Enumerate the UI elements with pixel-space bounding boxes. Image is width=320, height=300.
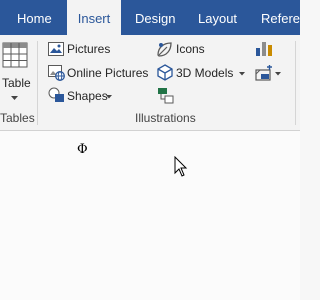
pictures-icon bbox=[48, 42, 64, 56]
chevron-down-icon bbox=[239, 72, 245, 76]
tab-references[interactable]: Referen bbox=[261, 0, 300, 35]
shapes-label: Shapes bbox=[67, 89, 108, 103]
table-icon bbox=[2, 42, 28, 68]
group-label-illustrations: Illustrations bbox=[135, 111, 196, 125]
3d-models-label: 3D Models bbox=[176, 66, 234, 80]
group-separator bbox=[37, 41, 38, 125]
group-separator bbox=[295, 41, 296, 125]
online-pictures-icon bbox=[48, 65, 65, 81]
ribbon-tab-bar: Home Insert Design Layout Referen bbox=[0, 0, 300, 35]
smartart-icon bbox=[158, 88, 174, 104]
icons-label: Icons bbox=[176, 42, 205, 56]
icons-icon bbox=[157, 42, 172, 57]
online-pictures-label: Online Pictures bbox=[67, 66, 149, 80]
table-button-label: Table bbox=[2, 76, 31, 90]
document-canvas[interactable]: Φ bbox=[0, 131, 300, 300]
shapes-icon bbox=[48, 87, 64, 102]
screenshot-icon bbox=[255, 65, 272, 81]
tab-layout[interactable]: Layout bbox=[198, 0, 237, 35]
chart-icon bbox=[256, 42, 272, 56]
chevron-down-icon bbox=[106, 95, 112, 99]
pictures-label: Pictures bbox=[67, 42, 111, 56]
group-label-tables: Tables bbox=[0, 111, 35, 125]
tab-design[interactable]: Design bbox=[135, 0, 175, 35]
tab-insert[interactable]: Insert bbox=[67, 0, 121, 35]
3d-models-icon bbox=[157, 64, 173, 81]
document-symbol: Φ bbox=[77, 142, 88, 157]
chevron-down-icon bbox=[275, 72, 281, 76]
chevron-down-icon bbox=[11, 96, 18, 100]
mouse-cursor-icon bbox=[174, 156, 188, 177]
ribbon: Table Tables Pictures Online Pictures Sh… bbox=[0, 35, 300, 131]
tab-home[interactable]: Home bbox=[17, 0, 52, 35]
